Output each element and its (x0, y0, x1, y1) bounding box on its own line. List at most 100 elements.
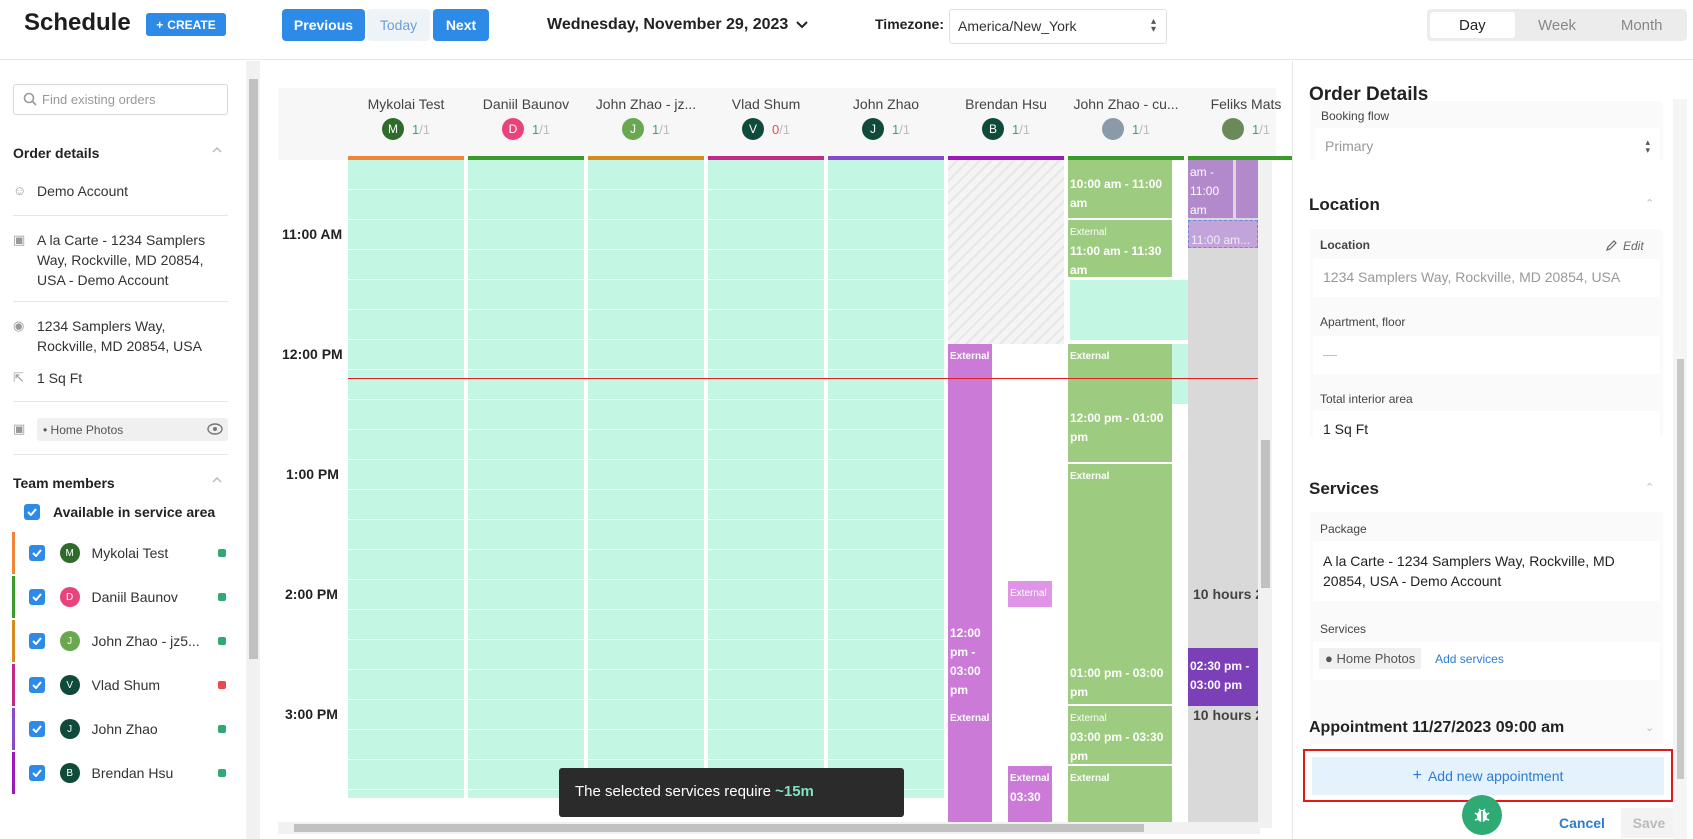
team-member-row[interactable]: J John Zhao - jz5... (12, 620, 226, 662)
available-slot[interactable] (588, 460, 704, 489)
team-member-row[interactable]: J John Zhao (12, 708, 226, 750)
available-slot[interactable] (828, 670, 944, 699)
available-slot[interactable] (708, 520, 824, 549)
booking-flow-select[interactable]: Primary ▴ ▾ (1315, 128, 1660, 164)
available-slot[interactable] (588, 640, 704, 669)
scrollbar-thumb[interactable] (294, 824, 1144, 832)
available-slot[interactable] (348, 250, 464, 279)
available-slot[interactable] (828, 520, 944, 549)
services-input[interactable]: ● Home Photos Add services (1313, 642, 1660, 680)
available-slot[interactable] (588, 220, 704, 249)
available-slot[interactable] (348, 460, 464, 489)
next-button[interactable]: Next (433, 9, 489, 41)
area-input[interactable]: 1 Sq Ft (1313, 411, 1660, 449)
appointment-block[interactable]: External (948, 706, 992, 826)
available-slot[interactable] (348, 490, 464, 519)
add-appointment-button[interactable]: + Add new appointment (1312, 757, 1664, 795)
available-slot[interactable] (588, 400, 704, 429)
team-member-row[interactable]: B Brendan Hsu (12, 752, 226, 794)
available-slot[interactable] (348, 370, 464, 399)
available-slot[interactable] (588, 580, 704, 609)
today-button[interactable]: Today (367, 9, 430, 41)
available-slot[interactable] (828, 280, 944, 309)
available-slot[interactable] (828, 460, 944, 489)
available-slot[interactable] (468, 190, 584, 219)
appointment-block[interactable]: am - 11:00 am (1188, 160, 1233, 218)
bug-report-button[interactable] (1462, 795, 1502, 835)
available-slot[interactable] (828, 700, 944, 729)
available-slot[interactable] (588, 430, 704, 459)
available-slot[interactable] (468, 490, 584, 519)
available-slot[interactable] (828, 610, 944, 639)
view-week-button[interactable]: Week (1515, 12, 1600, 38)
available-slot[interactable] (468, 220, 584, 249)
available-filter[interactable]: Available in service area (24, 504, 215, 520)
available-slot[interactable] (348, 640, 464, 669)
available-slot[interactable] (348, 190, 464, 219)
package-textarea[interactable]: A la Carte - 1234 Samplers Way, Rockvill… (1313, 541, 1660, 601)
available-slot[interactable] (348, 520, 464, 549)
checkbox[interactable] (28, 633, 45, 649)
available-slot[interactable] (708, 490, 824, 519)
available-slot[interactable] (828, 190, 944, 219)
available-slot[interactable] (588, 670, 704, 699)
available-slot[interactable] (468, 160, 584, 189)
location-input[interactable]: 1234 Samplers Way, Rockville, MD 20854, … (1313, 259, 1660, 297)
chevron-up-icon[interactable]: ⌃ (1645, 481, 1654, 494)
available-slot[interactable] (468, 610, 584, 639)
search-input[interactable]: Find existing orders (13, 84, 228, 115)
available-slot[interactable] (468, 700, 584, 729)
available-slot[interactable] (348, 160, 464, 189)
available-slot[interactable] (828, 400, 944, 429)
scrollbar-thumb[interactable] (1677, 359, 1684, 779)
available-slot[interactable] (708, 640, 824, 669)
scrollbar-thumb[interactable] (249, 79, 258, 659)
available-slot[interactable] (348, 550, 464, 579)
available-slot[interactable] (468, 640, 584, 669)
available-slot[interactable] (348, 610, 464, 639)
available-slot[interactable] (468, 310, 584, 339)
available-slot[interactable] (588, 160, 704, 189)
available-slot[interactable] (588, 610, 704, 639)
appointment-block[interactable]: External (1068, 766, 1172, 826)
available-slot[interactable] (708, 400, 824, 429)
apartment-input[interactable]: — (1313, 336, 1660, 374)
panel-scrollbar[interactable] (1673, 99, 1687, 839)
available-slot[interactable] (588, 340, 704, 369)
available-slot[interactable] (348, 670, 464, 699)
available-slot[interactable] (348, 580, 464, 609)
available-slot[interactable] (708, 340, 824, 369)
available-slot[interactable] (588, 190, 704, 219)
available-slot[interactable] (1070, 280, 1188, 340)
available-slot[interactable] (468, 580, 584, 609)
available-slot[interactable] (708, 430, 824, 459)
available-slot[interactable] (468, 430, 584, 459)
available-slot[interactable] (468, 280, 584, 309)
available-slot[interactable] (828, 580, 944, 609)
available-slot[interactable] (348, 430, 464, 459)
available-slot[interactable] (708, 160, 824, 189)
available-slot[interactable] (588, 280, 704, 309)
available-slot[interactable] (708, 580, 824, 609)
team-member-row[interactable]: D Daniil Baunov (12, 576, 226, 618)
available-slot[interactable] (348, 790, 464, 798)
available-slot[interactable] (468, 520, 584, 549)
available-slot[interactable] (708, 280, 824, 309)
available-slot[interactable] (348, 400, 464, 429)
cancel-button[interactable]: Cancel (1547, 808, 1617, 838)
chevron-up-icon[interactable] (212, 475, 222, 485)
available-slot[interactable] (348, 700, 464, 729)
available-slot[interactable] (468, 400, 584, 429)
grid-vertical-scrollbar[interactable] (1258, 160, 1272, 828)
scrollbar-thumb[interactable] (1261, 440, 1270, 588)
sidebar-scrollbar[interactable] (246, 61, 260, 839)
appointment-block[interactable]: External 12:00 pm - 03:00 pm (948, 344, 992, 706)
checkbox[interactable] (28, 677, 45, 693)
available-slot[interactable] (588, 550, 704, 579)
appointment-block[interactable] (1236, 160, 1258, 218)
available-slot[interactable] (468, 250, 584, 279)
team-member-row[interactable]: V Vlad Shum (12, 664, 226, 706)
eye-icon[interactable] (207, 422, 223, 436)
available-slot[interactable] (828, 730, 944, 759)
available-slot[interactable] (828, 430, 944, 459)
